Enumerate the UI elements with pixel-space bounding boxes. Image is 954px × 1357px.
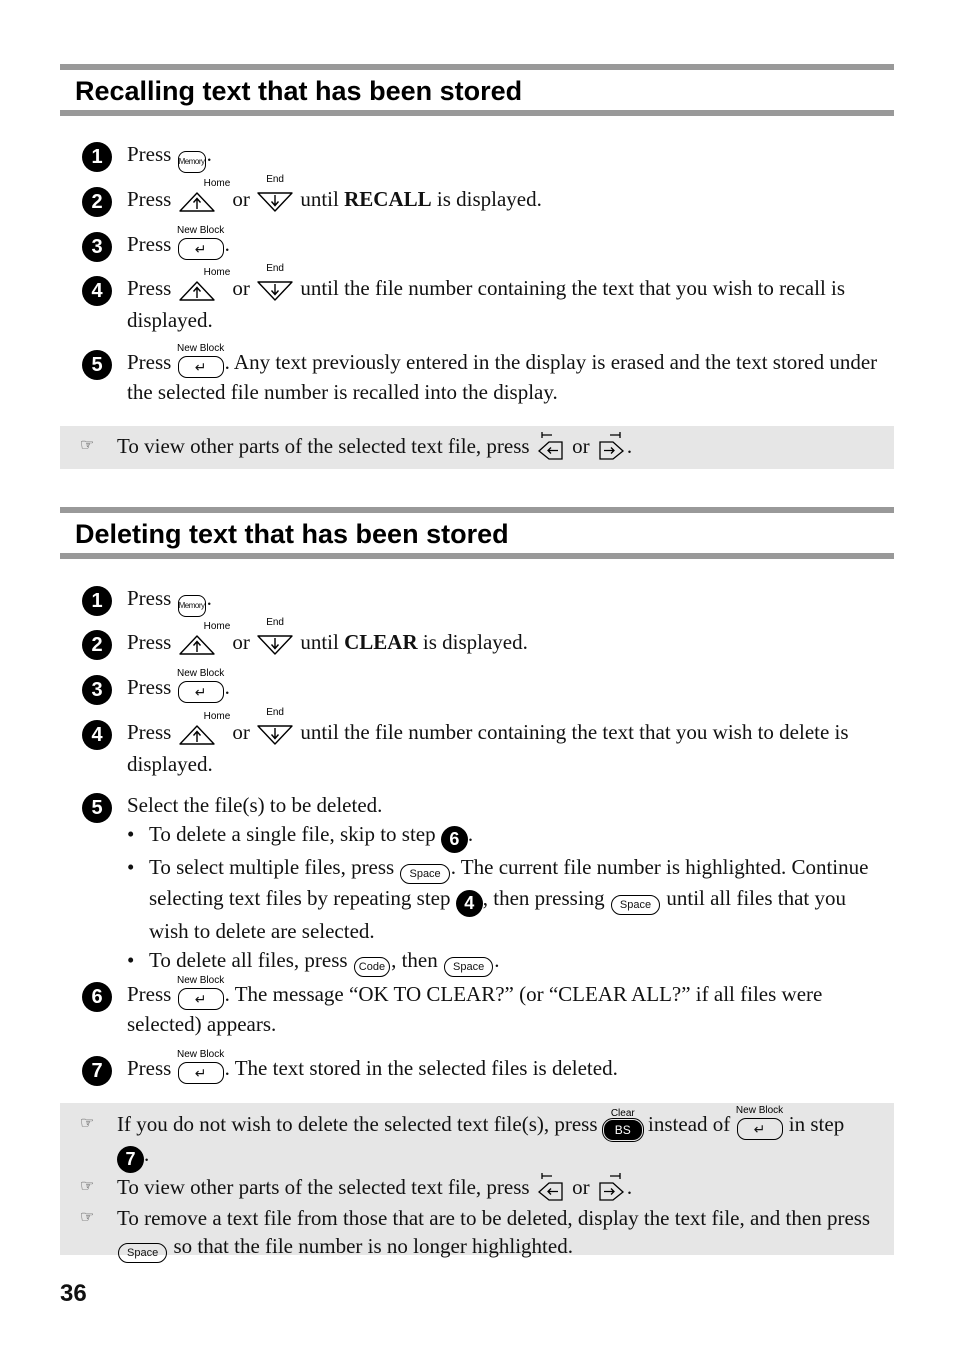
code-key-icon: Code <box>353 957 391 977</box>
right-arrow-key-icon <box>596 1173 626 1204</box>
down-arrow-key-icon: End <box>256 264 294 306</box>
enter-key-icon: ↵ New Block <box>736 1106 783 1140</box>
backspace-key-icon: BS Clear <box>601 1109 644 1142</box>
delete-step-5: 5 Select the file(s) to be deleted. • To… <box>82 791 882 977</box>
down-arrow-key-icon: End <box>256 708 294 750</box>
step-number: 5 <box>82 793 112 823</box>
recall-step-4: 4 Press Home or End until the file numbe… <box>82 264 882 335</box>
pointing-hand-icon: ☞ <box>80 1178 95 1195</box>
recall-note: ☞ To view other parts of the selected te… <box>60 426 894 469</box>
recall-step-5: 5 Press ↵ New Block. Any text previously … <box>82 344 882 407</box>
space-key-icon: Space <box>400 864 450 884</box>
right-arrow-key-icon <box>596 432 626 463</box>
step-number: 5 <box>82 350 112 380</box>
step-ref-7: 7 <box>117 1146 144 1173</box>
step-number: 1 <box>82 586 112 616</box>
space-key-icon: Space <box>444 957 494 977</box>
step-number: 3 <box>82 675 112 705</box>
delete-step-1: 1 Press Memory. <box>82 584 882 617</box>
up-arrow-key-icon: Home <box>178 622 230 660</box>
step-number: 3 <box>82 232 112 262</box>
step-number: 1 <box>82 142 112 172</box>
enter-key-icon: ↵ New Block <box>177 1050 224 1084</box>
space-key-icon: Space <box>610 895 661 915</box>
recall-title: Recalling text that has been stored <box>75 76 523 106</box>
recall-step-2: 2 Press Home or End until RECALL is disp… <box>82 175 882 217</box>
delete-step-7: 7 Press ↵ New Block. The text stored in t… <box>82 1050 882 1086</box>
clear-keyword: CLEAR <box>344 630 418 654</box>
memory-key-icon: Memory <box>177 151 206 173</box>
page-number: 36 <box>60 1280 87 1307</box>
note-item: ☞ To remove a text file from those that … <box>60 1204 894 1263</box>
recall-step-1: 1 Press Memory. <box>82 140 882 173</box>
delete-step-2: 2 Press Home or End until CLEAR is displ… <box>82 618 882 660</box>
delete-notes: ☞ If you do not wish to delete the selec… <box>60 1103 894 1263</box>
delete-title: Deleting text that has been stored <box>75 519 509 549</box>
enter-key-icon: ↵ New Block <box>177 669 224 703</box>
recall-section: Recalling text that has been stored <box>60 64 894 116</box>
bullet-item: • To delete a single file, skip to step … <box>127 820 882 853</box>
left-arrow-key-icon <box>536 1173 566 1204</box>
bullet-item: • To select multiple files, press Space.… <box>127 855 869 943</box>
step-number: 2 <box>82 630 112 660</box>
left-arrow-key-icon <box>536 432 566 463</box>
delete-section: Deleting text that has been stored <box>60 507 894 559</box>
memory-key-icon: Memory <box>177 595 206 617</box>
pointing-hand-icon: ☞ <box>80 1209 95 1226</box>
enter-key-icon: ↵ New Block <box>177 226 224 260</box>
delete-step-6: 6 Press ↵ New Block. The message “OK TO C… <box>82 976 882 1039</box>
step-number: 6 <box>82 982 112 1012</box>
up-arrow-key-icon: Home <box>178 268 230 306</box>
step-number: 4 <box>82 720 112 750</box>
pointing-hand-icon: ☞ <box>80 437 95 454</box>
note-item: ☞ To view other parts of the selected te… <box>60 1173 894 1204</box>
delete-step-3: 3 Press ↵ New Block. <box>82 669 882 705</box>
recall-step-3: 3 Press ↵ New Block. <box>82 226 882 262</box>
step-ref-4: 4 <box>455 890 483 917</box>
pointing-hand-icon: ☞ <box>80 1115 95 1132</box>
up-arrow-key-icon: Home <box>178 179 230 217</box>
recall-keyword: RECALL <box>344 187 432 211</box>
down-arrow-key-icon: End <box>256 618 294 660</box>
delete-header: Deleting text that has been stored <box>60 507 894 559</box>
recall-header: Recalling text that has been stored <box>60 64 894 116</box>
bullet-item: • To delete all files, press Code, then … <box>127 946 882 977</box>
step-ref-6: 6 <box>440 826 468 853</box>
delete-step-4: 4 Press Home or End until the file numbe… <box>82 708 882 779</box>
note-item: ☞ If you do not wish to delete the selec… <box>60 1106 894 1173</box>
enter-key-icon: ↵ New Block <box>177 976 224 1010</box>
up-arrow-key-icon: Home <box>178 712 230 750</box>
step-number: 7 <box>82 1056 112 1086</box>
step-number: 4 <box>82 276 112 306</box>
space-key-icon: Space <box>118 1243 168 1263</box>
down-arrow-key-icon: End <box>256 175 294 217</box>
step-number: 2 <box>82 187 112 217</box>
enter-key-icon: ↵ New Block <box>177 344 224 378</box>
